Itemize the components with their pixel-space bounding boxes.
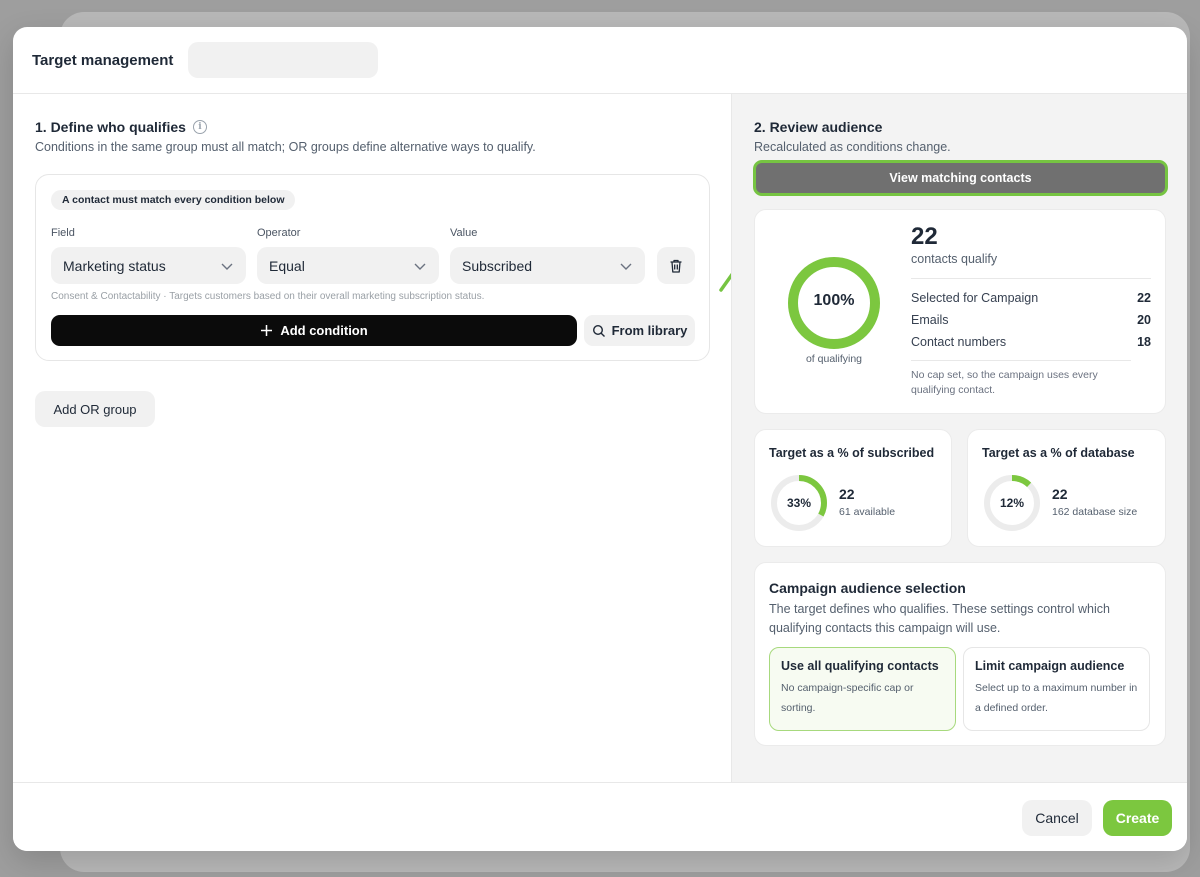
stat-label: Contact numbers [911,335,1007,349]
cancel-button[interactable]: Cancel [1022,800,1092,836]
condition-hint: Consent & Contactability · Targets custo… [51,291,485,302]
delete-condition-button[interactable] [657,247,695,284]
condition-group-card: A contact must match every condition bel… [35,174,710,361]
database-ring-value: 12% [999,496,1025,510]
stat-row-selected: Selected for Campaign 22 [911,287,1151,309]
review-section-subtitle: Recalculated as conditions change. [754,140,951,154]
option-title: Use all qualifying contacts [781,659,939,673]
field-select[interactable]: Marketing status [51,247,246,284]
stat-row-contact-numbers: Contact numbers 18 [911,331,1151,353]
target-management-modal: Target management 1. Define who qualifie… [13,27,1187,851]
stat-value: 22 [1137,291,1151,305]
option-desc: Select up to a maximum number in a defin… [975,682,1138,714]
stat-row-emails: Emails 20 [911,309,1151,331]
add-or-group-button[interactable]: Add OR group [35,391,155,427]
stat-value: 18 [1137,335,1151,349]
subscribed-detail: 61 available [839,506,896,518]
qualifying-ring-value: 100% [813,292,855,309]
search-icon [592,324,605,337]
chevron-down-icon [620,263,632,270]
subscribed-card: Target as a % of subscribed 33% 22 61 av… [754,429,952,547]
review-audience-pane: 2. Review audience Recalculated as condi… [731,94,1187,782]
define-section-title: 1. Define who qualifies i [35,119,536,135]
stat-value: 20 [1137,313,1151,327]
value-select[interactable]: Subscribed [450,247,645,284]
option-use-all[interactable]: Use all qualifying contacts No campaign-… [769,647,956,731]
cap-note: No cap set, so the campaign uses every q… [911,360,1131,397]
qualifying-ring-caption: of qualifying [805,353,863,365]
trash-icon [670,259,682,273]
define-title-text: 1. Define who qualifies [35,119,186,135]
qualify-count: 22 [911,223,938,250]
campaign-selection-card: Campaign audience selection The target d… [754,562,1166,746]
target-name-input[interactable] [188,42,379,78]
field-select-value: Marketing status [63,257,166,274]
from-library-label: From library [611,323,688,338]
database-card: Target as a % of database 12% 22 162 dat… [967,429,1166,547]
modal-header: Target management [13,27,1187,94]
stat-label: Emails [911,313,949,327]
value-label: Value [450,227,478,239]
operator-label: Operator [257,227,301,239]
chevron-down-icon [414,263,426,270]
group-rule-chip: A contact must match every condition bel… [51,190,296,210]
review-section-title: 2. Review audience [754,119,883,135]
add-condition-button[interactable]: Add condition [51,315,577,346]
summary-card: 100% of qualifying 22 contacts qualify S… [754,209,1166,414]
plus-icon [261,325,273,336]
view-matching-contacts-button[interactable]: View matching contacts [753,160,1168,196]
define-section-subtitle: Conditions in the same group must all ma… [35,140,536,154]
value-select-value: Subscribed [462,257,533,274]
database-count: 22 [1052,486,1068,502]
modal-title: Target management [32,51,174,69]
info-icon[interactable]: i [192,120,207,134]
add-condition-label: Add condition [280,323,368,338]
subscribed-card-title: Target as a % of subscribed [769,446,935,460]
database-card-title: Target as a % of database [982,446,1135,460]
database-detail: 162 database size [1052,506,1138,518]
define-qualifies-pane: 1. Define who qualifies i Conditions in … [13,94,781,782]
modal-footer: Cancel Create [13,782,1187,851]
create-button[interactable]: Create [1103,800,1172,836]
campaign-selection-desc: The target defines who qualifies. These … [769,602,1110,636]
operator-select-value: Equal [269,257,305,274]
from-library-button[interactable]: From library [584,315,695,346]
qualify-count-label: contacts qualify [911,252,998,266]
chevron-down-icon [221,263,233,270]
operator-select[interactable]: Equal [257,247,439,284]
subscribed-count: 22 [839,486,855,502]
option-desc: No campaign-specific cap or sorting. [781,682,914,714]
option-limit-audience[interactable]: Limit campaign audience Select up to a m… [963,647,1150,731]
field-label: Field [51,227,75,239]
option-title: Limit campaign audience [975,659,1125,673]
campaign-selection-title: Campaign audience selection [769,580,966,596]
subscribed-ring-value: 33% [786,496,812,510]
stat-label: Selected for Campaign [911,291,1039,305]
